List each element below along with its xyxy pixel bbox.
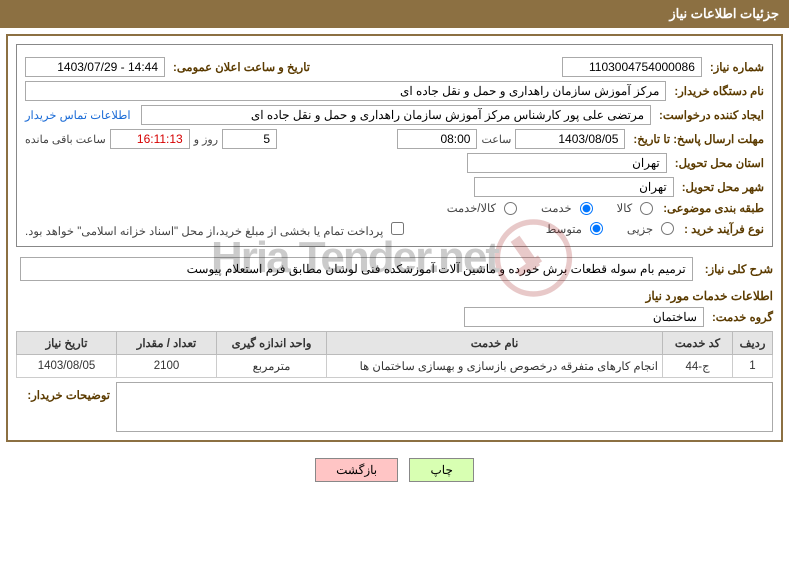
row-requester: ایجاد کننده درخواست: مرتضی علی پور کارشن… <box>25 105 764 125</box>
deadline-time-label: ساعت <box>481 133 511 146</box>
row-province: استان محل تحویل: تهران <box>25 153 764 173</box>
buyer-contact-link[interactable]: اطلاعات تماس خریدار <box>25 108 131 122</box>
radio-minor-label: جزیی <box>627 222 653 236</box>
deadline-date: 1403/08/05 <box>515 129 625 149</box>
th-code: کد خدمت <box>663 332 733 355</box>
row-need-number: شماره نیاز: 1103004754000086 تاریخ و ساع… <box>25 57 764 77</box>
radio-minor-input[interactable] <box>661 222 674 235</box>
deadline-time: 08:00 <box>397 129 477 149</box>
city-value: تهران <box>474 177 674 197</box>
radio-medium[interactable]: متوسط <box>546 222 605 236</box>
radio-service[interactable]: خدمت <box>541 201 595 215</box>
radio-goods-service-label: کالا/خدمت <box>447 201 496 215</box>
radio-service-input[interactable] <box>580 202 593 215</box>
services-table: ردیف کد خدمت نام خدمت واحد اندازه گیری ت… <box>16 331 773 378</box>
buy-process-label: نوع فرآیند خرید : <box>680 222 764 236</box>
cell-unit: مترمربع <box>217 355 327 378</box>
cell-qty: 2100 <box>117 355 217 378</box>
services-header-row: ردیف کد خدمت نام خدمت واحد اندازه گیری ت… <box>17 332 773 355</box>
radio-goods-service[interactable]: کالا/خدمت <box>447 201 519 215</box>
buyer-notes-box <box>116 382 773 432</box>
announce-label: تاریخ و ساعت اعلان عمومی: <box>169 60 310 74</box>
announce-value: 14:44 - 1403/07/29 <box>25 57 165 77</box>
buyer-notes-row: توضیحات خریدار: <box>16 382 773 432</box>
main-panel: Hria Tender.net شماره نیاز: 110300475400… <box>6 34 783 442</box>
radio-goods-service-input[interactable] <box>504 202 517 215</box>
requester-value: مرتضی علی پور کارشناس مرکز آموزش سازمان … <box>141 105 651 125</box>
treasury-check[interactable]: پرداخت تمام یا بخشی از مبلغ خرید،از محل … <box>25 219 407 238</box>
remaining-suffix: ساعت باقی مانده <box>25 133 106 146</box>
buyer-org-label: نام دستگاه خریدار: <box>670 84 764 98</box>
services-tbody: 1 ج-44 انجام کارهای متفرقه درخصوص بازساز… <box>17 355 773 378</box>
cell-date: 1403/08/05 <box>17 355 117 378</box>
cell-code: ج-44 <box>663 355 733 378</box>
buyer-notes-label: توضیحات خریدار: <box>16 382 116 402</box>
deadline-label: مهلت ارسال پاسخ: تا تاریخ: <box>629 132 764 146</box>
buyer-org-value: مرکز آموزش سازمان راهداری و حمل و نقل جا… <box>25 81 666 101</box>
services-info-title: اطلاعات خدمات مورد نیاز <box>16 289 773 303</box>
back-button[interactable]: بازگشت <box>315 458 398 482</box>
radio-medium-input[interactable] <box>590 222 603 235</box>
th-name: نام خدمت <box>327 332 663 355</box>
th-qty: تعداد / مقدار <box>117 332 217 355</box>
th-date: تاریخ نیاز <box>17 332 117 355</box>
city-label: شهر محل تحویل: <box>678 180 764 194</box>
radio-minor[interactable]: جزیی <box>627 222 676 236</box>
radio-goods[interactable]: کالا <box>617 201 656 215</box>
subject-class-label: طبقه بندی موضوعی: <box>659 201 764 215</box>
th-idx: ردیف <box>733 332 773 355</box>
province-label: استان محل تحویل: <box>671 156 764 170</box>
need-number-value: 1103004754000086 <box>562 57 702 77</box>
treasury-checkbox-input[interactable] <box>391 222 404 235</box>
service-group-value: ساختمان <box>464 307 704 327</box>
table-row: 1 ج-44 انجام کارهای متفرقه درخصوص بازساز… <box>17 355 773 378</box>
service-group-label: گروه خدمت: <box>708 310 773 324</box>
radio-medium-label: متوسط <box>546 222 582 236</box>
remaining-days: 5 <box>222 129 277 149</box>
page-header: جزئیات اطلاعات نیاز <box>0 0 789 28</box>
services-thead: ردیف کد خدمت نام خدمت واحد اندازه گیری ت… <box>17 332 773 355</box>
province-value: تهران <box>467 153 667 173</box>
row-subject-class: طبقه بندی موضوعی: کالا خدمت کالا/خدمت <box>25 201 764 215</box>
button-row: چاپ بازگشت <box>0 448 789 492</box>
row-buy-process: نوع فرآیند خرید : جزیی متوسط پرداخت تمام… <box>25 219 764 238</box>
treasury-note: پرداخت تمام یا بخشی از مبلغ خرید،از محل … <box>25 226 383 238</box>
radio-goods-input[interactable] <box>640 202 653 215</box>
info-fieldset: شماره نیاز: 1103004754000086 تاریخ و ساع… <box>16 44 773 247</box>
print-button[interactable]: چاپ <box>409 458 473 482</box>
page-title: جزئیات اطلاعات نیاز <box>669 6 779 21</box>
radio-service-label: خدمت <box>541 201 572 215</box>
need-number-label: شماره نیاز: <box>706 60 764 74</box>
row-need-desc: شرح کلی نیاز: ترمیم بام سوله قطعات برش خ… <box>16 255 773 283</box>
need-desc-value: ترمیم بام سوله قطعات برش خورده و ماشین آ… <box>20 257 693 281</box>
row-city: شهر محل تحویل: تهران <box>25 177 764 197</box>
requester-label: ایجاد کننده درخواست: <box>655 108 764 122</box>
row-service-group: گروه خدمت: ساختمان <box>16 307 773 327</box>
cell-idx: 1 <box>733 355 773 378</box>
row-deadline: مهلت ارسال پاسخ: تا تاریخ: 1403/08/05 سا… <box>25 129 764 149</box>
need-desc-label: شرح کلی نیاز: <box>701 262 773 276</box>
row-buyer-org: نام دستگاه خریدار: مرکز آموزش سازمان راه… <box>25 81 764 101</box>
remaining-mid: روز و <box>194 133 218 146</box>
cell-name: انجام کارهای متفرقه درخصوص بازسازی و بهس… <box>327 355 663 378</box>
th-unit: واحد اندازه گیری <box>217 332 327 355</box>
remaining-time: 16:11:13 <box>110 129 190 149</box>
radio-goods-label: کالا <box>617 201 633 215</box>
